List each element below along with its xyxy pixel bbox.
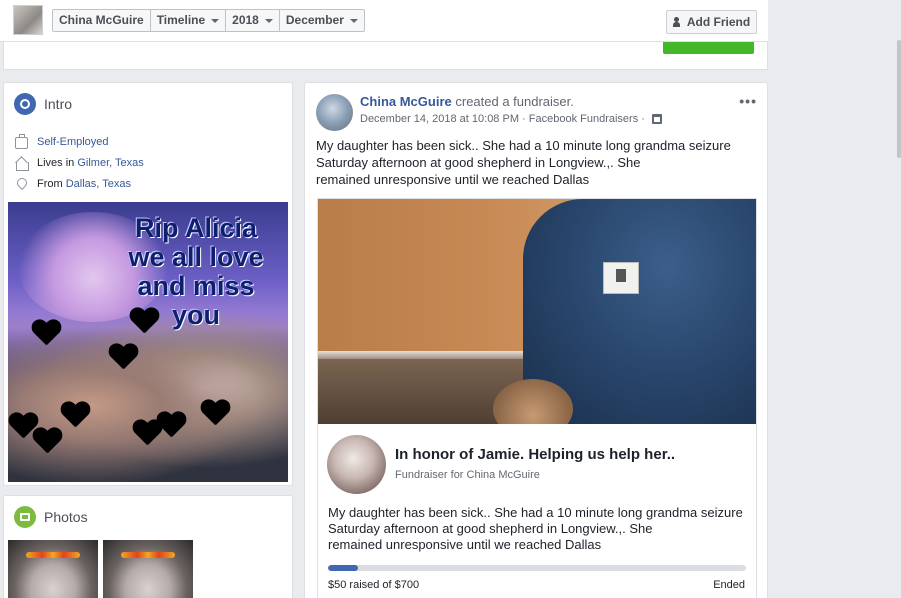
cover-area — [3, 42, 768, 70]
featured-photo[interactable]: Rip Alicia we all love and miss you — [8, 202, 288, 482]
chevron-down-icon — [264, 18, 273, 23]
year-dropdown[interactable]: 2018 — [226, 10, 280, 31]
heart-icon — [200, 400, 230, 428]
page-scrollbar[interactable] — [897, 40, 901, 158]
location-pin-icon — [15, 178, 28, 190]
fundraiser-subtitle: Fundraiser for China McGuire — [395, 469, 540, 481]
heart-icon — [31, 320, 61, 348]
heart-icon — [156, 412, 186, 440]
amount-raised: $50 raised of $700 — [328, 579, 420, 591]
add-friend-label: Add Friend — [686, 15, 751, 29]
via-link[interactable]: Facebook Fundraisers — [529, 113, 638, 125]
fundraiser-progress-bar — [328, 565, 746, 571]
work-link[interactable]: Self-Employed — [37, 136, 109, 148]
photo-thumbnail[interactable] — [103, 540, 193, 598]
fundraiser-image[interactable] — [318, 199, 756, 424]
chevron-down-icon — [349, 18, 358, 23]
separator: · — [518, 113, 529, 125]
lives-prefix: Lives in — [37, 156, 78, 169]
post-body: My daughter has been sick.. She had a 10… — [316, 138, 731, 187]
from-place-link[interactable]: Dallas, Texas — [66, 178, 131, 190]
profile-avatar-small[interactable] — [13, 5, 43, 35]
heart-icon — [129, 308, 159, 336]
chevron-down-icon — [211, 18, 220, 23]
author-avatar[interactable] — [316, 94, 353, 131]
fundraiser-attachment[interactable]: In honor of Jamie. Helping us help her..… — [317, 198, 757, 598]
heart-icon — [60, 402, 90, 430]
timeline-navigation: China McGuire Timeline 2018 December — [52, 9, 365, 32]
intro-card: Intro Self-Employed Lives in Gilmer, Tex… — [3, 82, 293, 486]
profile-name-label: China McGuire — [59, 13, 144, 27]
fundraiser-avatar[interactable] — [327, 435, 386, 494]
month-label: December — [285, 13, 344, 27]
heart-icon — [32, 428, 62, 456]
fundraiser-status: Ended — [713, 579, 745, 591]
photos-card: Photos — [3, 495, 293, 598]
calendar-icon[interactable] — [652, 114, 662, 124]
photo-icon — [14, 506, 36, 528]
more-options-button[interactable]: ••• — [739, 93, 757, 109]
intro-from: From Dallas, Texas — [15, 173, 292, 194]
author-name-link[interactable]: China McGuire — [360, 94, 452, 109]
post-timestamp[interactable]: December 14, 2018 at 10:08 PM — [360, 113, 519, 125]
year-label: 2018 — [232, 13, 259, 27]
fundraiser-description: My daughter has been sick.. She had a 10… — [328, 505, 743, 552]
intro-work: Self-Employed — [15, 131, 292, 152]
from-prefix: From — [37, 177, 66, 190]
add-friend-cover-button[interactable] — [663, 42, 754, 54]
photos-title[interactable]: Photos — [44, 509, 88, 525]
home-icon — [15, 157, 29, 171]
add-friend-button[interactable]: Add Friend — [666, 10, 757, 34]
name-badge — [603, 262, 639, 294]
intro-title: Intro — [44, 96, 73, 112]
profile-name-tab[interactable]: China McGuire — [53, 10, 151, 31]
fundraiser-post: China McGuire created a fundraiser. Dece… — [304, 82, 768, 598]
progress-fill — [328, 565, 358, 571]
globe-icon — [14, 93, 36, 115]
timeline-nav-bar: China McGuire Timeline 2018 December Add… — [0, 0, 768, 42]
timeline-dropdown[interactable]: Timeline — [151, 10, 227, 31]
fundraiser-title[interactable]: In honor of Jamie. Helping us help her.. — [395, 446, 675, 463]
photo-thumbnail[interactable] — [8, 540, 98, 598]
intro-lives: Lives in Gilmer, Texas — [15, 152, 292, 173]
separator: · — [638, 113, 648, 125]
month-dropdown[interactable]: December — [280, 10, 364, 31]
add-friend-icon — [672, 17, 683, 27]
post-header: China McGuire created a fundraiser. Dece… — [360, 94, 662, 125]
post-action: created a fundraiser. — [451, 94, 574, 109]
lives-place-link[interactable]: Gilmer, Texas — [77, 157, 143, 169]
briefcase-icon — [15, 133, 28, 149]
heart-icon — [108, 344, 138, 372]
timeline-label: Timeline — [156, 13, 206, 27]
